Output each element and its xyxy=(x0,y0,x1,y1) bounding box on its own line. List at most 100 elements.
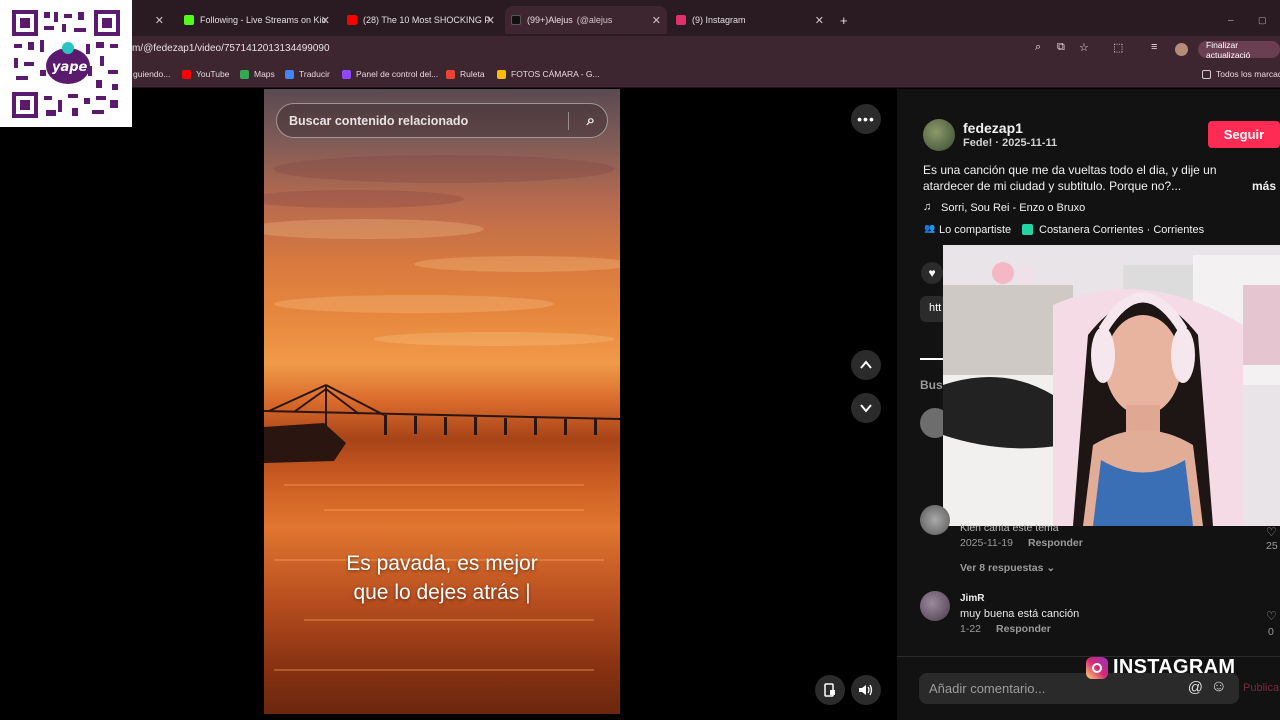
divider xyxy=(568,112,569,130)
pip-icon xyxy=(824,683,835,697)
translate-icon xyxy=(285,69,294,79)
follow-button[interactable]: Seguir xyxy=(1208,121,1280,148)
heart-icon[interactable]: ♡ xyxy=(1266,609,1277,623)
tab-label: (99+)Alejus xyxy=(527,15,573,25)
music-icon: ♫ xyxy=(923,201,932,213)
comment-text: Kien canta este tema xyxy=(960,522,1059,534)
qr-label: yape xyxy=(52,60,88,75)
commenter-name[interactable]: JimR xyxy=(960,593,984,604)
floating-player-button[interactable] xyxy=(815,675,845,705)
star-icon[interactable]: ☆ xyxy=(1079,41,1089,54)
minimize-icon[interactable]: – xyxy=(1222,6,1238,34)
ellipsis-icon: ••• xyxy=(857,111,875,127)
youtube-icon xyxy=(347,15,357,25)
tab-tiktok[interactable]: (99+)Alejus (@alejus ✕ xyxy=(505,6,667,34)
reply-button[interactable]: Responder xyxy=(1028,537,1083,549)
yape-qr-code: yape xyxy=(0,0,132,127)
video-caption: Es pavada, es mejor que lo dejes atrás | xyxy=(264,549,620,607)
comment-date: 1-22 xyxy=(960,623,982,635)
close-icon[interactable]: ✕ xyxy=(321,14,330,27)
related-search-input[interactable]: Buscar contenido relacionado ⌕ xyxy=(276,103,608,138)
caption-line: que lo dejes atrás | xyxy=(353,581,531,604)
twitch-icon xyxy=(342,69,351,79)
install-icon[interactable]: ⧉ xyxy=(1057,41,1065,54)
instagram-icon xyxy=(676,15,686,25)
bookmark-item[interactable]: Ruleta xyxy=(446,69,485,79)
volume-button[interactable] xyxy=(851,675,881,705)
chevron-down-icon xyxy=(860,404,872,413)
comment-likes: 0 xyxy=(1268,626,1274,638)
volume-icon xyxy=(859,684,873,696)
close-icon[interactable]: ✕ xyxy=(486,14,495,27)
author-avatar[interactable] xyxy=(923,119,955,151)
comment-text: muy buena está canción xyxy=(960,608,1080,620)
bookmark-item[interactable]: YouTube xyxy=(182,69,229,79)
maps-icon xyxy=(240,69,249,79)
close-icon[interactable]: ✕ xyxy=(155,14,164,27)
description-line: atardecer de mi ciudad y subtitulo. Porq… xyxy=(923,179,1182,193)
youtube-icon xyxy=(182,69,191,79)
music-title[interactable]: Sorri, Sou Rei - Enzo o Bruxo xyxy=(941,202,1085,214)
url-field[interactable]: m/@fedezap1/video/7571412013134499090 xyxy=(132,43,330,54)
search-icon[interactable]: ⌕ xyxy=(587,112,595,129)
previous-video-button[interactable] xyxy=(851,350,881,380)
location-label[interactable]: Costanera Corrientes · Corrientes xyxy=(1039,224,1204,236)
close-icon[interactable]: ✕ xyxy=(652,14,661,27)
bookmark-item[interactable]: FOTOS CÁMARA - G... xyxy=(497,69,600,79)
tab-youtube[interactable]: (28) The 10 Most SHOCKING P ✕ xyxy=(341,6,501,34)
comment-likes: 25 xyxy=(1266,540,1278,552)
close-icon[interactable]: ✕ xyxy=(815,14,824,27)
reply-button[interactable]: Responder xyxy=(996,623,1051,635)
emoji-icon[interactable]: ☺ xyxy=(1211,678,1227,696)
comment-placeholder: Añadir comentario... xyxy=(929,681,1046,696)
tab-label: (28) The 10 Most SHOCKING P xyxy=(363,15,491,25)
profile-avatar[interactable] xyxy=(1175,43,1188,56)
chevron-up-icon xyxy=(860,360,872,369)
maximize-icon[interactable]: ▢ xyxy=(1252,6,1268,34)
webcam-overlay xyxy=(943,245,1280,526)
tab-partial[interactable]: ✕ xyxy=(134,6,170,34)
search-placeholder: Buscar contenido relacionado xyxy=(289,113,469,128)
like-button[interactable]: ♥ xyxy=(921,262,943,284)
bookmarks-bar: guiendo... YouTube Maps Traducir Panel d… xyxy=(0,62,1280,88)
caption-line: Es pavada, es mejor xyxy=(346,552,538,575)
wheel-icon xyxy=(446,69,455,79)
instagram-label: INSTAGRAM xyxy=(1113,656,1236,678)
tab-kick[interactable]: Following - Live Streams on Kic ✕ xyxy=(178,6,336,34)
video-player[interactable]: Buscar contenido relacionado ⌕ Es pavada… xyxy=(264,89,620,714)
folder-icon xyxy=(1202,69,1211,79)
mention-icon[interactable]: @ xyxy=(1188,679,1203,696)
new-tab-button[interactable]: + xyxy=(834,6,854,34)
all-bookmarks[interactable]: Todos los marcad xyxy=(1202,69,1280,79)
extensions-icon[interactable]: ⬚ xyxy=(1113,41,1123,54)
bookmark-item[interactable]: Panel de control del... xyxy=(342,69,438,79)
location-icon xyxy=(1022,224,1033,235)
view-replies-button[interactable]: Ver 8 respuestas ⌄ xyxy=(960,562,1055,574)
tab-instagram[interactable]: (9) Instagram ✕ xyxy=(670,6,830,34)
tab-label: (9) Instagram xyxy=(692,15,746,25)
author-subtitle: Fede! · 2025-11-11 xyxy=(963,137,1058,149)
bookmark-item[interactable]: guiendo... xyxy=(133,69,170,79)
bookmark-item[interactable]: Traducir xyxy=(285,69,330,79)
description-line: Es una canción que me da vueltas todo el… xyxy=(923,163,1217,177)
author-username[interactable]: fedezap1 xyxy=(963,120,1023,136)
menu-lines-icon[interactable]: ≡ xyxy=(1151,41,1157,53)
tab-underline xyxy=(920,358,944,360)
tab-bar: ✕ Following - Live Streams on Kic ✕ (28)… xyxy=(0,0,1280,36)
heart-icon[interactable]: ♡ xyxy=(1266,525,1277,539)
more-link[interactable]: más xyxy=(1252,179,1276,193)
instagram-icon-lens xyxy=(1092,663,1102,673)
tiktok-icon xyxy=(511,15,521,25)
share-icon: 👥 xyxy=(924,223,936,233)
commenter-avatar[interactable] xyxy=(920,505,950,535)
more-options-button[interactable]: ••• xyxy=(851,104,881,134)
update-button[interactable]: Finalizar actualizació xyxy=(1198,40,1280,60)
bookmark-item[interactable]: Maps xyxy=(240,69,275,79)
commenter-avatar[interactable] xyxy=(920,591,950,621)
tab-label-suffix: (@alejus xyxy=(576,15,613,25)
drive-icon xyxy=(497,69,506,79)
search-tab[interactable]: Bus xyxy=(920,378,943,392)
zoom-icon[interactable]: ⌕ xyxy=(1035,41,1041,54)
publish-button[interactable]: Publica xyxy=(1243,682,1279,694)
next-video-button[interactable] xyxy=(851,393,881,423)
